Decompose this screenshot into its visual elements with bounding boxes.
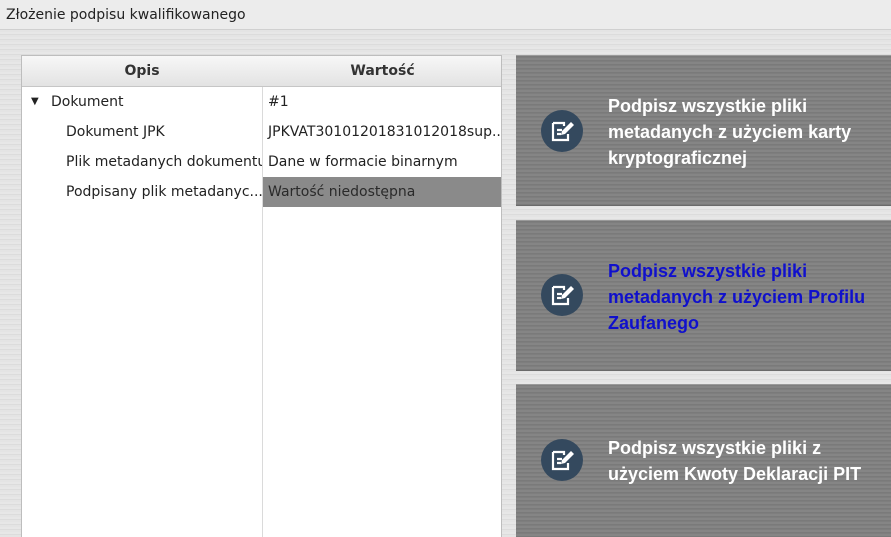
table-row-dokument[interactable]: ▼ Dokument #1 [22,87,501,117]
column-header-opis[interactable]: Opis [22,56,262,87]
table-row-podpisany-plik[interactable]: Podpisany plik metadanyc... Wartość nied… [22,177,501,207]
table-row-dokument-jpk[interactable]: Dokument JPK JPKVAT30101201831012018sup.… [22,117,501,147]
column-header-wartosc[interactable]: Wartość [263,56,501,87]
signature-edit-icon [541,439,583,481]
row-value: JPKVAT30101201831012018sup... [268,124,502,140]
sign-with-profil-zaufany-button[interactable]: Podpisz wszystkie pliki metadanych z uży… [516,220,891,371]
row-label: Podpisany plik metadanyc... [66,184,262,200]
row-label: Dokument JPK [66,124,165,140]
document-tree-table: Opis Wartość ▼ Dokument #1 Dokument JPK … [21,55,502,537]
sign-with-profil-zaufany-label: Podpisz wszystkie pliki metadanych z uży… [608,261,866,333]
row-label: Dokument [51,94,124,110]
sign-with-card-label: Podpisz wszystkie pliki metadanych z uży… [608,96,852,168]
sign-with-pit-amount-button[interactable]: Podpisz wszystkie pliki z użyciem Kwoty … [516,384,891,537]
sign-with-card-button[interactable]: Podpisz wszystkie pliki metadanych z uży… [516,55,891,206]
signature-edit-icon [541,274,583,316]
row-value: #1 [268,94,289,110]
row-value-selected: Wartość niedostępna [263,177,501,207]
row-value: Dane w formacie binarnym [268,154,458,170]
window-title: Złożenie podpisu kwalifikowanego [0,0,891,30]
table-row-plik-metadanych[interactable]: Plik metadanych dokumentu Dane w formaci… [22,147,501,177]
signature-edit-icon [541,110,583,152]
table-header: Opis Wartość [22,56,501,87]
sign-with-pit-amount-label: Podpisz wszystkie pliki z użyciem Kwoty … [608,438,862,484]
row-label: Plik metadanych dokumentu [66,154,262,170]
